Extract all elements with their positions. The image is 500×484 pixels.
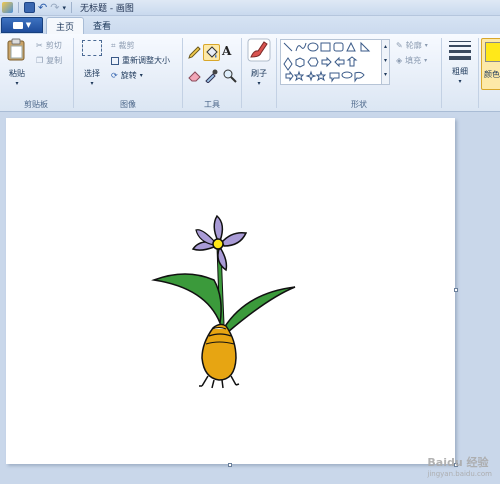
clipboard-group-label: 剪贴板 [24, 100, 48, 109]
group-separator [478, 38, 479, 108]
group-separator [276, 38, 277, 108]
outline-icon: ✎ [396, 41, 403, 50]
pencil-tool[interactable] [187, 45, 202, 60]
cut-label: 剪切 [45, 41, 62, 50]
resize-handle-bottom[interactable] [228, 463, 232, 467]
crop-label: 裁剪 [118, 41, 135, 50]
title-separator [18, 2, 19, 13]
outline-button[interactable]: ✎ 轮廓 ▾ [396, 40, 428, 51]
save-icon[interactable] [24, 2, 35, 13]
window-title: 无标题 - 画图 [79, 4, 134, 14]
watermark-subtext: jingyan.baidu.com [427, 470, 492, 478]
copy-icon: ❐ [36, 56, 44, 65]
copy-button[interactable]: ❐ 复制 [36, 55, 62, 66]
paste-button[interactable]: 粘贴 ▾ [4, 38, 28, 90]
shapes-group: ▴ ▾ ▾ ✎ 轮廓 ▾ ◈ 填充 ▾ 形状 [278, 34, 440, 112]
rotate-icon: ⟳ [111, 71, 118, 80]
shapes-gallery-scroll[interactable]: ▴ ▾ ▾ [381, 40, 389, 84]
brushes-group: 刷子 ▾ [243, 34, 275, 112]
redo-icon[interactable]: ↷ [50, 2, 59, 13]
paste-icon [7, 38, 25, 61]
customize-quick-access-icon[interactable]: ▾ [62, 4, 66, 12]
color1-button[interactable]: 颜色 [481, 38, 500, 90]
clipboard-group: 粘贴 ▾ ✂ 剪切 ❐ 复制 剪贴板 [0, 34, 72, 112]
magnifier-tool[interactable] [222, 68, 237, 83]
select-dropdown-icon[interactable]: ▾ [79, 80, 105, 87]
brushes-label: 刷子 [251, 69, 267, 78]
brush-icon [247, 38, 271, 62]
tab-home[interactable]: 主页 [46, 17, 85, 34]
resize-handle-right[interactable] [454, 288, 458, 292]
tab-view[interactable]: 查看 [84, 17, 120, 34]
ribbon-tabs: ▼ 主页 查看 [0, 16, 500, 34]
group-separator [182, 38, 183, 108]
tools-group: A 工具 [184, 34, 240, 112]
title-bar: ↶ ↷ ▾ 无标题 - 画图 [0, 0, 500, 16]
size-button[interactable]: 粗细 ▾ [446, 40, 474, 90]
shapes-group-label: 形状 [351, 100, 367, 109]
brushes-button[interactable]: 刷子 ▾ [245, 38, 273, 90]
rotate-button[interactable]: ⟳ 旋转 ▾ [111, 70, 143, 81]
file-menu-button[interactable]: ▼ [1, 17, 43, 33]
fill-label: 填充 [405, 56, 422, 65]
select-label: 选择 [84, 69, 100, 78]
eyedropper-icon [205, 69, 218, 84]
fill-tool[interactable] [203, 44, 220, 61]
crop-icon: ⌗ [111, 40, 116, 50]
ribbon: 粘贴 ▾ ✂ 剪切 ❐ 复制 剪贴板 选择 ▾ ⌗ 裁剪 重新调整大小 ⟳ 旋转… [0, 34, 500, 112]
color1-label: 颜色 [484, 70, 500, 79]
size-group: 粗细 ▾ [443, 34, 477, 112]
outline-label: 轮廓 [405, 41, 422, 50]
flower-drawing [151, 214, 296, 389]
color1-group: 颜色 [480, 34, 500, 112]
color1-swatch [485, 42, 500, 62]
resize-icon [111, 56, 119, 65]
brushes-dropdown-icon[interactable]: ▾ [245, 80, 273, 87]
rotate-dropdown-icon: ▾ [139, 72, 143, 79]
image-group: 选择 ▾ ⌗ 裁剪 重新调整大小 ⟳ 旋转 ▾ 图像 [75, 34, 181, 112]
crop-button[interactable]: ⌗ 裁剪 [111, 40, 135, 51]
select-rectangle-icon [82, 40, 102, 56]
outline-dropdown-icon: ▾ [424, 42, 428, 49]
image-group-label: 图像 [120, 100, 136, 109]
canvas-area[interactable]: Baidu 经验 jingyan.baidu.com [0, 112, 500, 484]
group-separator [441, 38, 442, 108]
paint-bucket-icon [206, 46, 218, 58]
size-label: 粗细 [452, 67, 468, 76]
eraser-icon [188, 71, 201, 82]
text-tool-icon: A [222, 44, 232, 58]
undo-icon[interactable]: ↶ [38, 2, 47, 13]
title-separator-2 [70, 2, 72, 13]
paint-app-icon[interactable] [2, 2, 13, 13]
fill-button[interactable]: ◈ 填充 ▾ [396, 55, 427, 66]
shapes-gallery-icons [283, 41, 371, 83]
group-separator [73, 38, 74, 108]
shapes-gallery[interactable]: ▴ ▾ ▾ [280, 39, 390, 85]
drawing-canvas[interactable] [6, 118, 455, 464]
file-menu-arrow: ▼ [25, 21, 32, 29]
pencil-icon [188, 46, 201, 59]
fill-icon: ◈ [396, 56, 403, 65]
resize-label: 重新调整大小 [122, 56, 170, 65]
fill-dropdown-icon: ▾ [424, 57, 428, 64]
watermark: Baidu 经验 jingyan.baidu.com [427, 454, 492, 478]
paste-label: 粘贴 [9, 69, 25, 78]
color-picker-tool[interactable] [204, 68, 219, 84]
resize-button[interactable]: 重新调整大小 [111, 55, 170, 66]
size-dropdown-icon[interactable]: ▾ [446, 78, 474, 85]
cut-button[interactable]: ✂ 剪切 [36, 40, 62, 51]
tools-group-label: 工具 [204, 100, 220, 109]
magnifier-icon [223, 69, 237, 83]
size-lines-icon [449, 41, 471, 60]
eraser-tool[interactable] [187, 68, 202, 83]
file-menu-icon [12, 21, 23, 29]
text-tool[interactable]: A [222, 44, 237, 59]
group-separator [241, 38, 242, 108]
scissors-icon: ✂ [36, 41, 43, 50]
watermark-text: Baidu 经验 [427, 456, 489, 469]
paste-dropdown-icon[interactable]: ▾ [6, 80, 28, 87]
select-button[interactable]: 选择 ▾ [79, 38, 105, 90]
rotate-label: 旋转 [120, 71, 137, 80]
copy-label: 复制 [46, 56, 63, 65]
